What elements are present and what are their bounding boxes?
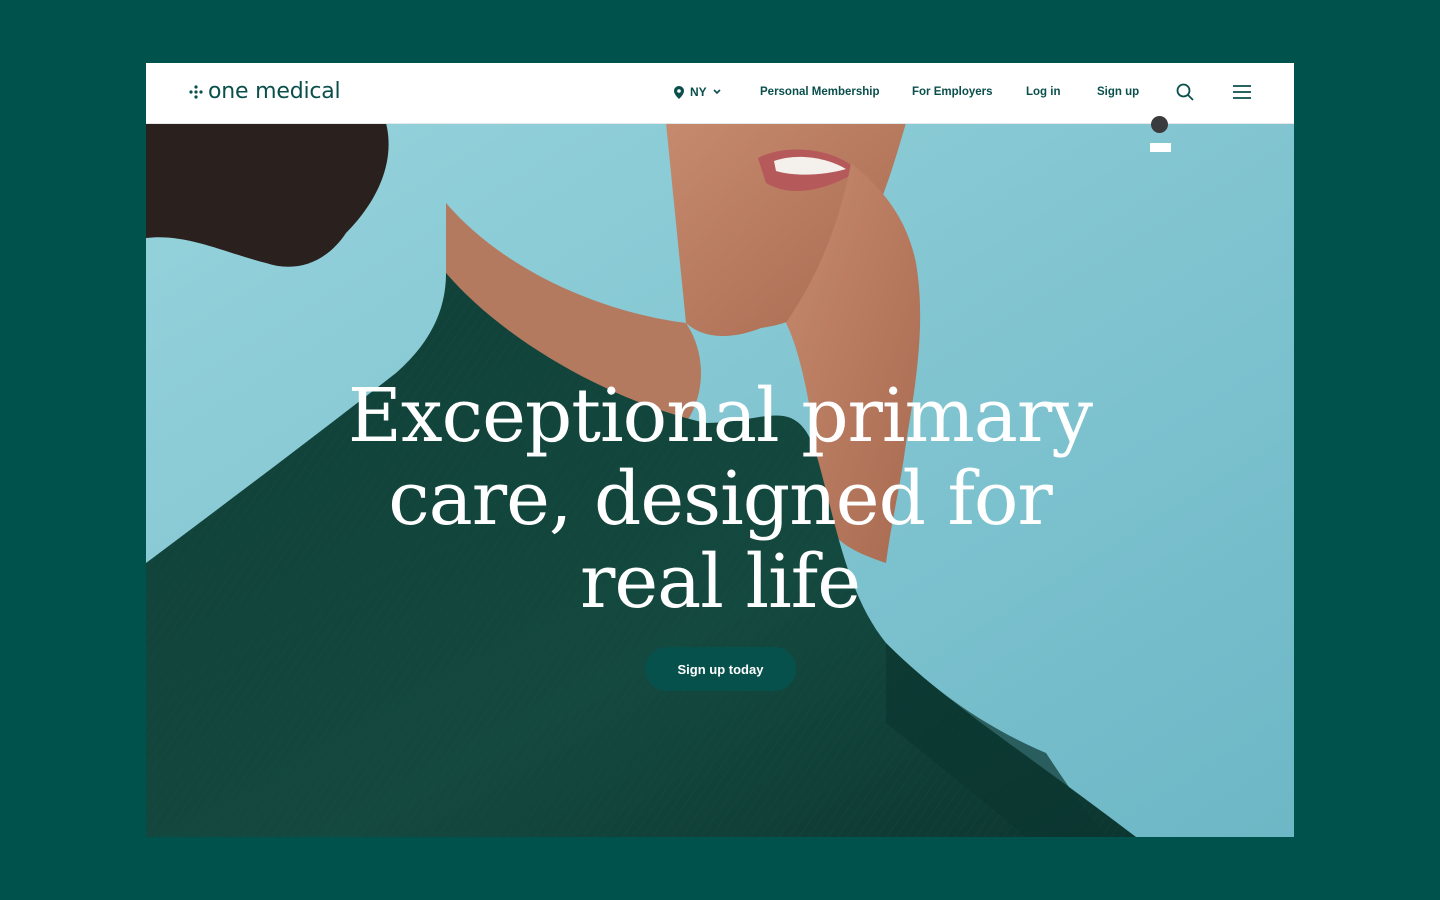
headline-line-1: Exceptional primary (347, 373, 1093, 459)
nav-log-in[interactable]: Log in (1026, 86, 1061, 98)
headline-line-3: real life (580, 539, 861, 625)
hero-section: Exceptional primary care, designed for r… (146, 123, 1294, 837)
sign-up-today-button[interactable]: Sign up today (645, 647, 796, 691)
site-header: one medical NY Personal Membership For E… (146, 63, 1294, 124)
map-pin-icon (674, 85, 684, 99)
brand-logo[interactable]: one medical (188, 79, 341, 104)
location-label: NY (690, 85, 707, 99)
headline-line-2: care, designed for (388, 456, 1053, 542)
logo-mark-icon (189, 84, 203, 99)
search-icon[interactable] (1176, 83, 1194, 106)
hamburger-menu-icon[interactable] (1233, 85, 1251, 104)
chevron-down-icon (713, 89, 721, 95)
nav-for-employers[interactable]: For Employers (912, 86, 993, 98)
nav-personal-membership[interactable]: Personal Membership (760, 86, 880, 98)
floating-indicator-bar (1150, 143, 1171, 152)
floating-indicator-dot (1151, 116, 1168, 133)
location-selector[interactable]: NY (674, 85, 721, 99)
browser-viewport: one medical NY Personal Membership For E… (146, 63, 1294, 837)
brand-name: one medical (208, 79, 341, 104)
nav-sign-up[interactable]: Sign up (1097, 86, 1139, 98)
hero-headline: Exceptional primary care, designed for r… (146, 375, 1294, 624)
